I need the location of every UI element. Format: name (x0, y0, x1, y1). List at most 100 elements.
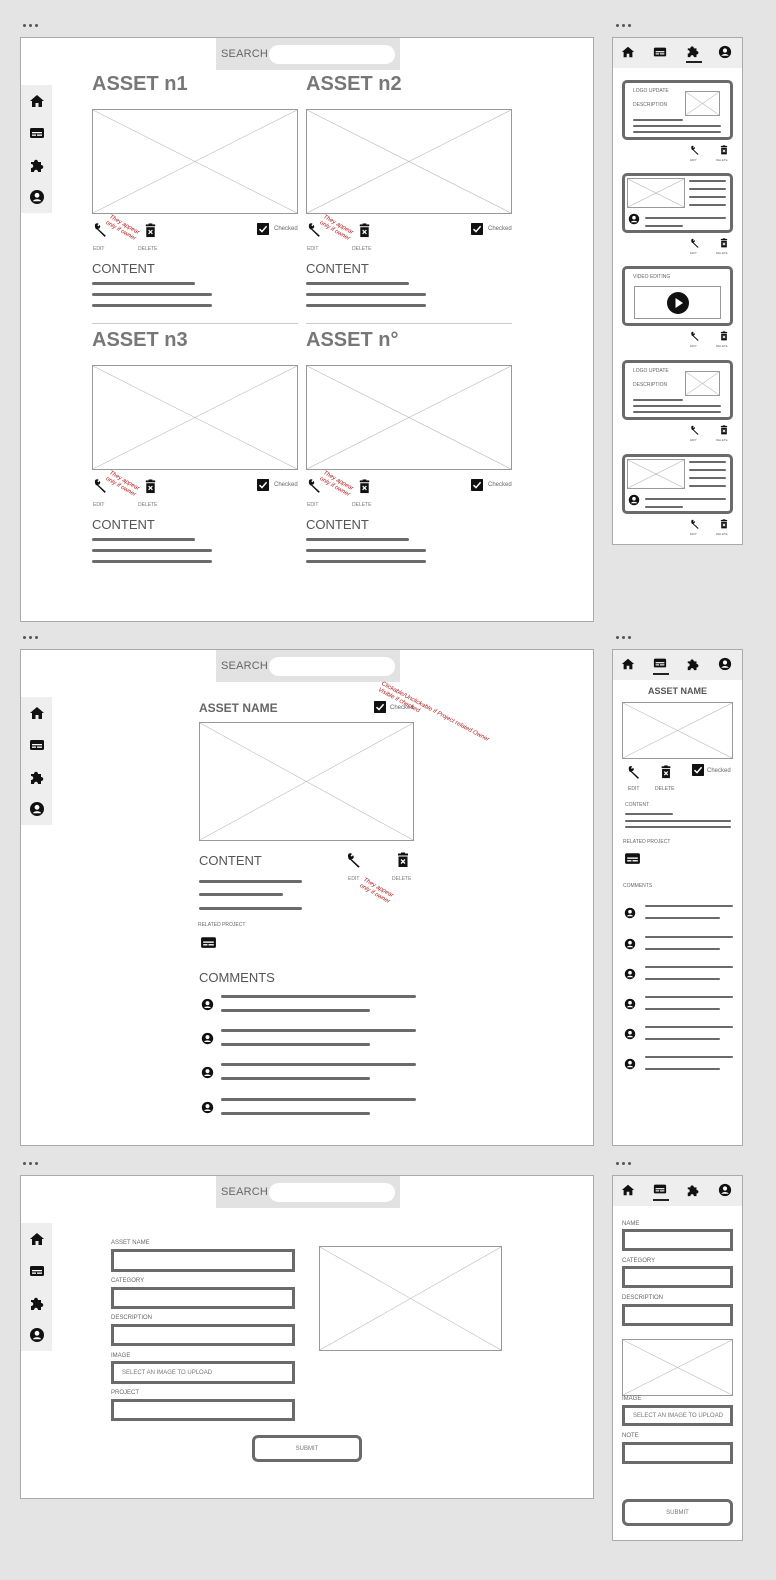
image-upload-field[interactable]: SELECT AN IMAGE TO UPLOAD (622, 1405, 733, 1426)
checked-checkbox[interactable] (471, 223, 483, 235)
asset-title[interactable]: ASSET n2 (306, 73, 402, 96)
asset-image-placeholder[interactable] (306, 109, 512, 214)
search-input[interactable] (269, 44, 395, 64)
checked-checkbox[interactable] (257, 223, 269, 235)
project-icon[interactable] (653, 656, 670, 675)
delete-icon[interactable] (395, 852, 411, 868)
search-input[interactable] (269, 1182, 395, 1202)
asset-card[interactable]: LOGO UPDATE DESCRIPTION (622, 80, 733, 140)
category-field[interactable] (111, 1287, 295, 1309)
asset-image-placeholder[interactable] (92, 365, 298, 470)
submit-button[interactable]: SUBMIT (252, 1435, 362, 1462)
submit-button[interactable]: SUBMIT (622, 1499, 733, 1526)
delete-icon[interactable] (659, 765, 673, 779)
content-label: CONTENT (625, 802, 650, 808)
search-bar: SEARCH (216, 650, 400, 682)
category-field[interactable] (622, 1266, 733, 1288)
puzzle-icon[interactable] (29, 1295, 45, 1311)
user-icon[interactable] (718, 1183, 734, 1199)
delete-icon[interactable] (357, 223, 372, 238)
home-icon[interactable] (29, 93, 45, 109)
project-icon[interactable] (29, 737, 45, 753)
screen-asset-form-desktop: SEARCH ASSET NAME CATEGORY DESCRIPTION I… (20, 1175, 594, 1499)
edit-icon[interactable] (690, 238, 700, 248)
project-icon[interactable] (29, 125, 45, 141)
user-icon (201, 998, 214, 1011)
home-icon[interactable] (621, 45, 637, 61)
edit-icon[interactable] (346, 852, 362, 868)
delete-icon[interactable] (357, 479, 372, 494)
puzzle-icon[interactable] (686, 657, 702, 673)
description-field[interactable] (622, 1304, 733, 1326)
comment-line (221, 1098, 416, 1101)
annotation-owner-only: They appear only if owner (104, 470, 141, 499)
image-upload-field[interactable]: SELECT AN IMAGE TO UPLOAD (111, 1361, 295, 1384)
user-icon[interactable] (718, 657, 734, 673)
project-icon[interactable] (29, 1263, 45, 1279)
content-line (92, 293, 212, 296)
asset-card[interactable]: LOGO UPDATE DESCRIPTION (622, 360, 733, 420)
image-preview-placeholder (622, 1339, 733, 1396)
name-field[interactable] (622, 1229, 733, 1251)
asset-image-placeholder[interactable] (92, 109, 298, 214)
delete-icon[interactable] (719, 331, 729, 341)
description-field[interactable] (111, 1324, 295, 1346)
checked-checkbox[interactable] (257, 479, 269, 491)
related-project-icon[interactable] (624, 850, 641, 867)
asset-title[interactable]: ASSET n3 (92, 329, 188, 352)
delete-icon[interactable] (143, 223, 158, 238)
delete-icon[interactable] (719, 519, 729, 529)
home-icon[interactable] (621, 1183, 637, 1199)
user-icon[interactable] (29, 1327, 45, 1343)
content-line (306, 549, 426, 552)
delete-label: DELETE (716, 344, 728, 348)
note-field[interactable] (622, 1442, 733, 1464)
delete-label: DELETE (716, 251, 728, 255)
edit-label: EDIT (690, 344, 697, 348)
card-thumbnail (685, 91, 720, 116)
asset-title[interactable]: ASSET n° (306, 329, 398, 352)
related-project-icon[interactable] (200, 934, 217, 951)
note-label: NOTE (622, 1433, 639, 1439)
delete-icon[interactable] (719, 145, 729, 155)
user-icon[interactable] (29, 801, 45, 817)
delete-icon[interactable] (143, 479, 158, 494)
asset-title[interactable]: ASSET n1 (92, 73, 188, 96)
delete-icon[interactable] (719, 425, 729, 435)
puzzle-icon[interactable] (29, 157, 45, 173)
puzzle-icon[interactable] (29, 769, 45, 785)
home-icon[interactable] (29, 1231, 45, 1247)
project-icon[interactable] (653, 45, 669, 61)
project-field[interactable] (111, 1399, 295, 1421)
asset-name-field[interactable] (111, 1249, 295, 1272)
card-title: VIDEO EDITING (633, 274, 671, 280)
search-input[interactable] (269, 656, 395, 676)
edit-icon[interactable] (627, 765, 641, 779)
checked-checkbox[interactable] (692, 764, 704, 776)
puzzle-icon[interactable] (685, 44, 702, 63)
card-line (633, 125, 721, 127)
checked-checkbox[interactable] (471, 479, 483, 491)
home-icon[interactable] (29, 705, 45, 721)
project-icon[interactable] (653, 1182, 670, 1201)
play-icon[interactable] (667, 292, 689, 314)
edit-icon[interactable] (690, 331, 700, 341)
user-icon[interactable] (718, 45, 734, 61)
card-line (633, 405, 721, 407)
screen-asset-list-desktop: SEARCH ASSET n1 They appear only if owne… (20, 37, 594, 622)
checked-checkbox[interactable] (374, 701, 386, 713)
asset-image-placeholder[interactable] (306, 365, 512, 470)
screen-asset-detail-desktop: SEARCH ASSET NAME Checked Clickable/Uncl… (20, 649, 594, 1146)
home-icon[interactable] (621, 657, 637, 673)
user-icon[interactable] (29, 189, 45, 205)
asset-card[interactable] (622, 173, 733, 233)
card-line (633, 399, 683, 401)
asset-card[interactable]: VIDEO EDITING (622, 266, 733, 326)
content-label: CONTENT (92, 517, 155, 532)
asset-card[interactable] (622, 454, 733, 514)
edit-icon[interactable] (690, 145, 700, 155)
edit-icon[interactable] (690, 425, 700, 435)
puzzle-icon[interactable] (686, 1183, 702, 1199)
edit-icon[interactable] (690, 519, 700, 529)
delete-icon[interactable] (719, 238, 729, 248)
